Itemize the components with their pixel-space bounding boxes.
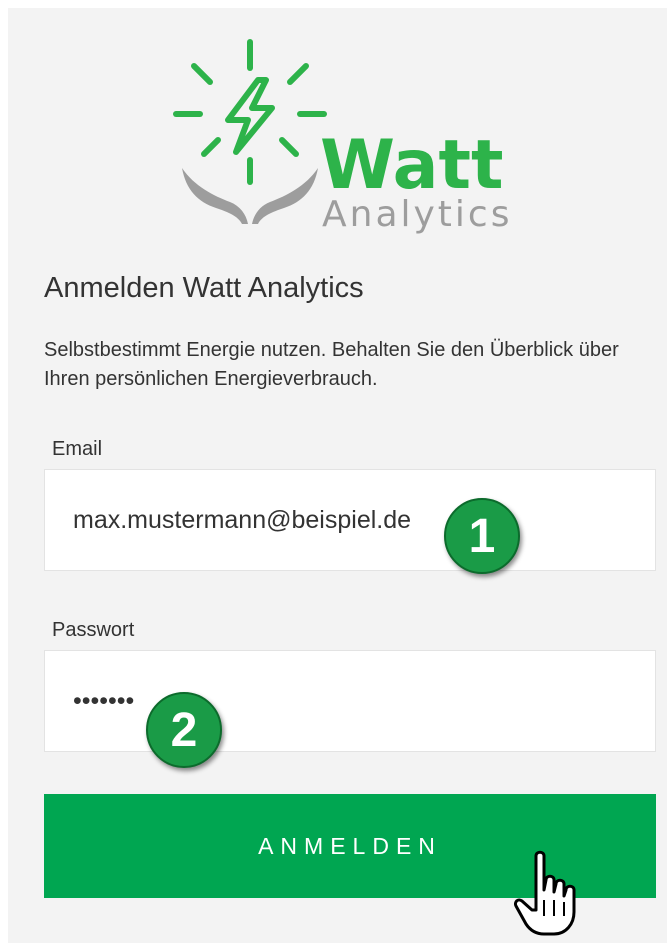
watt-analytics-logo: Watt Analytics bbox=[173, 39, 512, 235]
page-subtitle: Selbstbestimmt Energie nutzen. Behalten … bbox=[44, 339, 619, 390]
password-value: ••••••• bbox=[73, 687, 135, 715]
hand-pointer-icon bbox=[514, 850, 576, 936]
email-field[interactable]: max.mustermann@beispiel.de bbox=[44, 469, 656, 571]
step-1-badge: 1 bbox=[444, 498, 520, 574]
page-title: Anmelden Watt Analytics bbox=[44, 272, 364, 304]
email-label: Email bbox=[52, 438, 103, 460]
step-2-badge: 2 bbox=[146, 692, 222, 768]
password-label: Passwort bbox=[52, 619, 135, 641]
password-field[interactable]: ••••••• bbox=[44, 650, 656, 752]
email-value: max.mustermann@beispiel.de bbox=[73, 506, 412, 534]
logo-subtitle: Analytics bbox=[322, 194, 512, 235]
